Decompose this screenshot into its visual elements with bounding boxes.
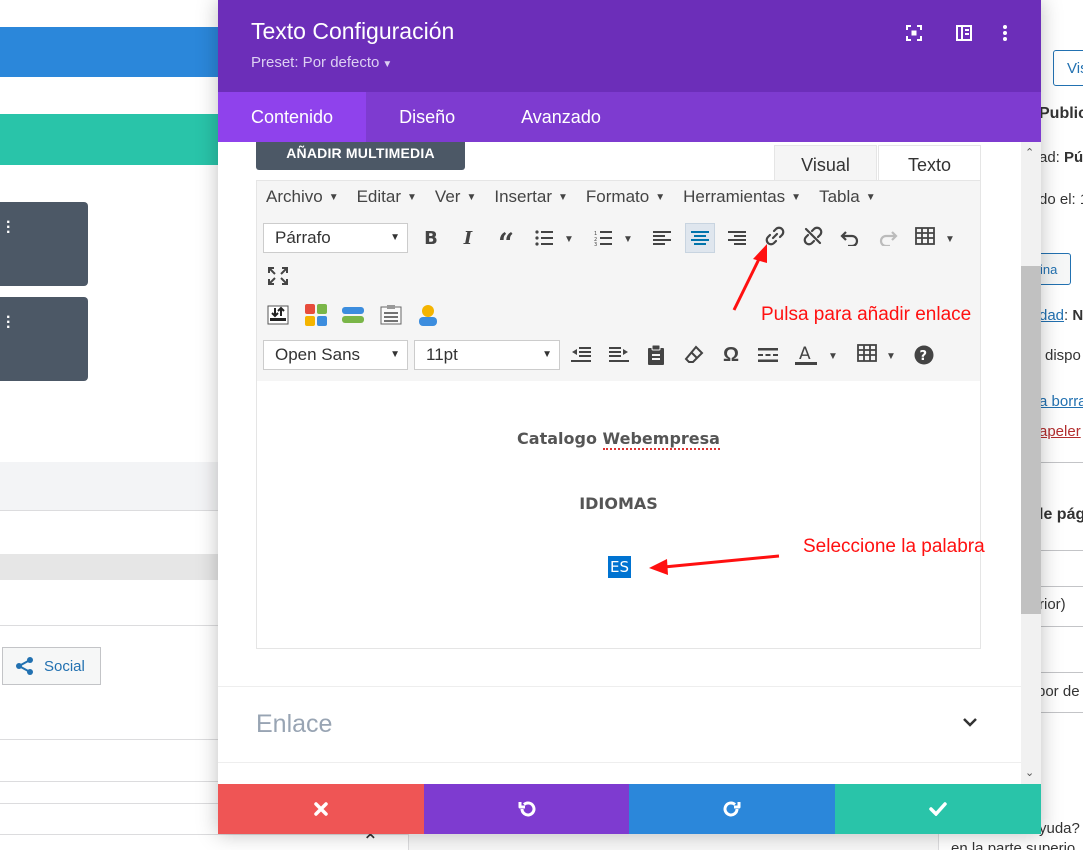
background-green-section (0, 114, 218, 165)
divider (1041, 672, 1083, 673)
background-blue-section (0, 27, 218, 77)
template-option[interactable]: por de (1041, 683, 1080, 700)
save-button[interactable] (835, 784, 1041, 834)
link-section-toggle[interactable]: Enlace (256, 710, 332, 739)
background-module-card[interactable]: · · · (0, 297, 88, 381)
tab-contenido[interactable]: Contenido (218, 92, 367, 142)
background-bottom-bar: ⌃ (0, 831, 408, 850)
background-page-left: · · · · · · Social (0, 0, 218, 850)
preset-selector[interactable]: Preset: Por defecto ▼ (251, 54, 392, 71)
select-hint-arrowhead (649, 559, 668, 575)
divider (1041, 712, 1083, 713)
redo-icon (723, 801, 741, 817)
background-strip (0, 554, 218, 580)
undo-icon (518, 801, 535, 817)
more-options-icon[interactable] (994, 22, 1016, 44)
divider (0, 781, 218, 782)
parent-option[interactable]: rior) (1041, 596, 1066, 613)
availability-label: dispo (1045, 347, 1081, 364)
visibility-label: ad: Pú (1041, 149, 1083, 166)
scrollbar-thumb[interactable] (1021, 266, 1041, 614)
trash-link[interactable]: apeler (1041, 423, 1081, 440)
preview-button[interactable]: Vis (1053, 50, 1083, 86)
background-strip (0, 462, 218, 510)
split-view-icon[interactable] (953, 22, 975, 44)
close-icon (314, 802, 328, 816)
divider (1041, 462, 1083, 463)
status-label: dad: Nc (1041, 307, 1083, 324)
select-hint-annotation: Seleccione la palabra (803, 536, 985, 557)
kebab-menu-icon[interactable]: · · · (6, 215, 11, 241)
tab-diseno[interactable]: Diseño (366, 92, 488, 142)
text-settings-modal: Texto Configuración Preset: Por defecto ▼… (218, 0, 1041, 834)
modal-tabs: Contenido Diseño Avanzado (218, 92, 1041, 142)
modal-footer (218, 784, 1041, 834)
modal-scrollbar[interactable]: ⌃ ⌄ (1021, 142, 1041, 784)
link-hint-annotation: Pulsa para añadir enlace (761, 304, 972, 325)
link-hint-arrow (732, 256, 762, 311)
chevron-down-icon[interactable] (963, 715, 977, 733)
background-bottom-panel (408, 834, 938, 850)
discard-button[interactable] (218, 784, 424, 834)
share-icon (16, 657, 33, 675)
publish-heading: Public (1041, 105, 1083, 122)
modal-title: Texto Configuración (251, 18, 455, 44)
page-attributes-heading: le pág (1041, 506, 1083, 523)
scroll-down-icon[interactable]: ⌄ (1025, 766, 1034, 779)
modal-body: AÑADIR MULTIMEDIA Visual Texto Archivo ▼ … (218, 142, 1021, 784)
social-label: Social (44, 657, 85, 675)
select-hint-arrow (663, 554, 780, 569)
annotation-arrows (649, 244, 780, 575)
delete-link[interactable]: a borra (1041, 393, 1083, 410)
divider (218, 686, 1021, 687)
edit-link-button[interactable]: ina (1041, 253, 1071, 285)
divider (1041, 586, 1083, 587)
divider (218, 762, 1021, 763)
background-page-right: Vis Public ad: Pú do el: 1 ina dad: Nc d… (1041, 0, 1083, 850)
caret-down-icon: ▼ (382, 59, 393, 70)
redo-button[interactable] (629, 784, 835, 834)
divider (1041, 550, 1083, 551)
kebab-menu-icon[interactable]: · · · (6, 310, 11, 336)
help-line: en la parte superio (951, 840, 1076, 850)
divider (0, 625, 218, 626)
divider (0, 739, 218, 740)
scroll-up-icon[interactable]: ⌃ (1025, 146, 1034, 159)
check-icon (929, 802, 947, 816)
divider (0, 803, 218, 804)
divider (0, 510, 218, 511)
social-button[interactable]: Social (2, 647, 101, 685)
tab-avanzado[interactable]: Avanzado (488, 92, 634, 142)
link-hint-arrowhead (753, 244, 767, 263)
focus-mode-icon[interactable] (903, 22, 925, 44)
undo-button[interactable] (424, 784, 629, 834)
modal-header: Texto Configuración Preset: Por defecto ▼ (218, 0, 1041, 92)
published-on-label: do el: 1 (1041, 191, 1083, 208)
divider (1041, 626, 1083, 627)
background-module-card[interactable]: · · · (0, 202, 88, 286)
